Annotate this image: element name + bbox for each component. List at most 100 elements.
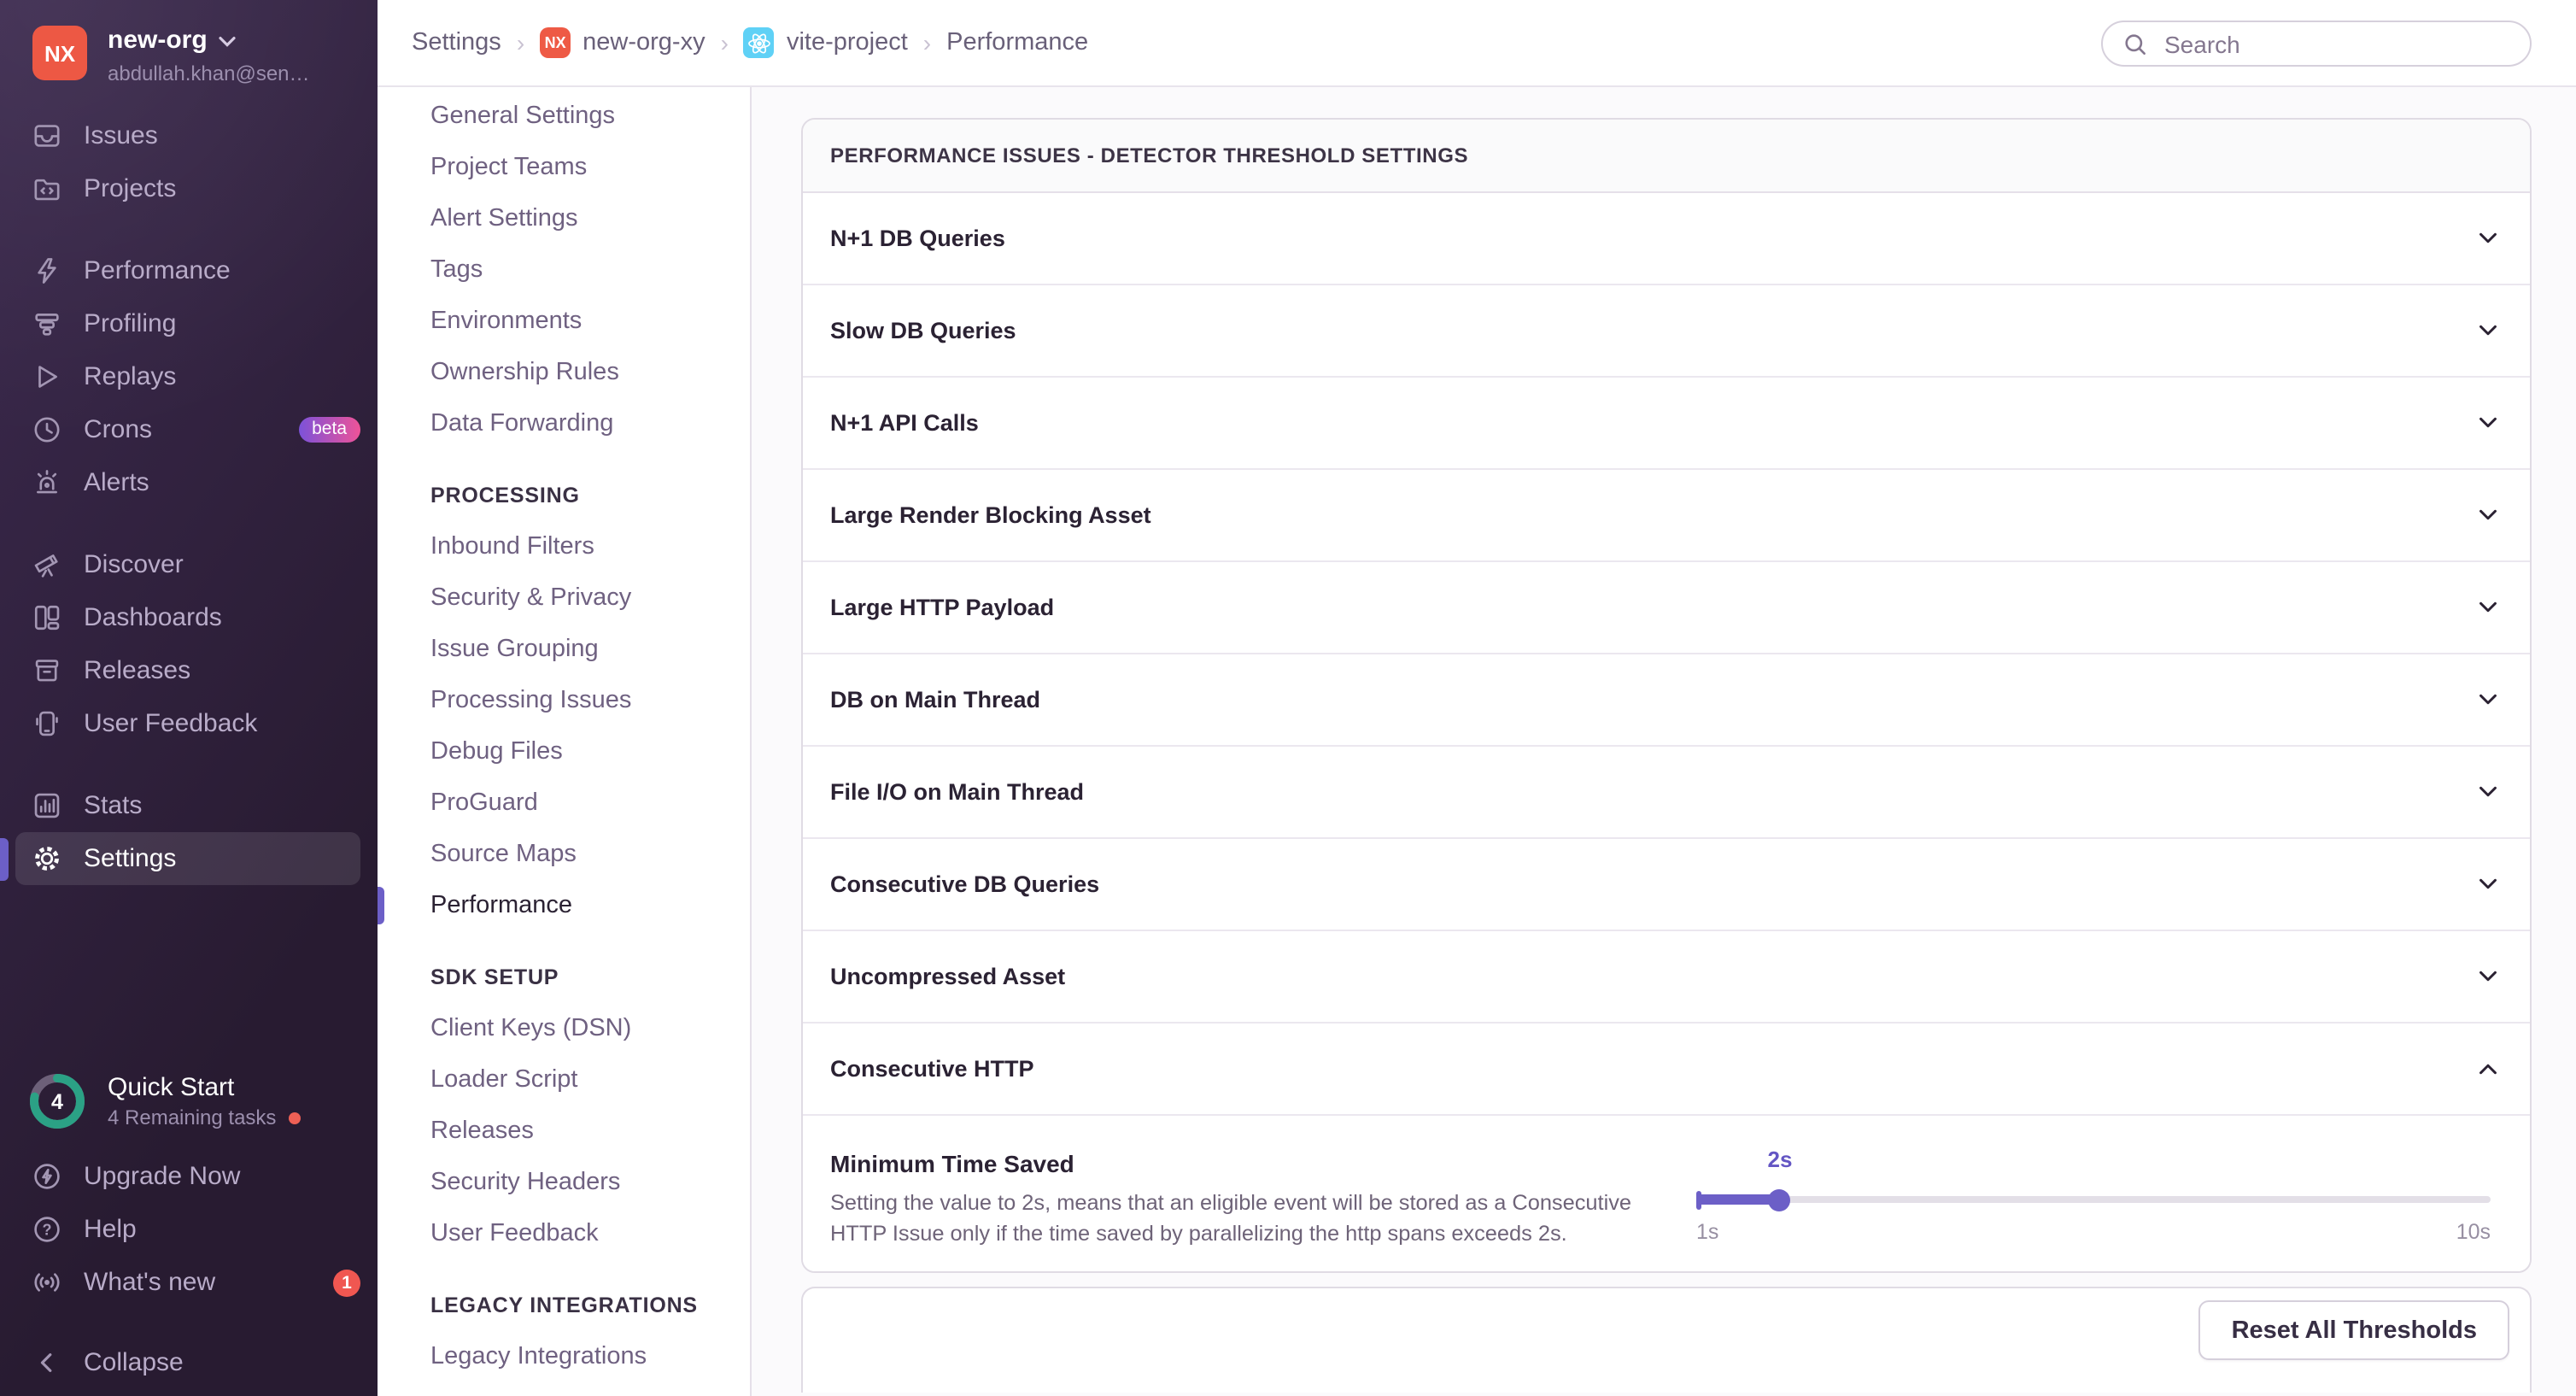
settings-nav-item-environments[interactable]: Environments xyxy=(378,296,750,347)
settings-nav-item-source-maps[interactable]: Source Maps xyxy=(378,829,750,880)
settings-nav-item-security-privacy[interactable]: Security & Privacy xyxy=(378,572,750,624)
sidebar-item-label: Releases xyxy=(84,656,190,685)
sidebar-gap xyxy=(0,750,378,779)
sidebar-item-profiling[interactable]: Profiling xyxy=(0,297,378,350)
settings-nav-item-debug-files[interactable]: Debug Files xyxy=(378,726,750,777)
sidebar-item-alerts[interactable]: Alerts xyxy=(0,456,378,509)
chevron-down-icon xyxy=(2475,687,2501,713)
settings-nav-item-performance[interactable]: Performance xyxy=(378,880,750,931)
main-content: PERFORMANCE ISSUES - DETECTOR THRESHOLD … xyxy=(752,87,2576,1396)
settings-nav-item-releases[interactable]: Releases xyxy=(378,1106,750,1157)
sidebar-item-projects[interactable]: Projects xyxy=(0,162,378,215)
main-sidebar: NX new-org abdullah.khan@sen… Issues Pro… xyxy=(0,0,378,1396)
settings-nav-item-alert-settings[interactable]: Alert Settings xyxy=(378,193,750,244)
breadcrumb-label: Performance xyxy=(946,29,1088,56)
settings-nav-item-project-teams[interactable]: Project Teams xyxy=(378,142,750,193)
detector-row-large-http-payload[interactable]: Large HTTP Payload xyxy=(803,562,2530,654)
settings-nav: General Settings Project Teams Alert Set… xyxy=(378,87,752,1396)
sidebar-item-label: Discover xyxy=(84,550,184,579)
sidebar-item-discover[interactable]: Discover xyxy=(0,538,378,591)
sidebar-item-issues[interactable]: Issues xyxy=(0,109,378,162)
sidebar-item-label: Collapse xyxy=(84,1348,184,1377)
detector-label: Consecutive HTTP xyxy=(830,1056,1034,1082)
settings-nav-item-data-forwarding[interactable]: Data Forwarding xyxy=(378,398,750,449)
settings-nav-item-client-keys[interactable]: Client Keys (DSN) xyxy=(378,1003,750,1054)
search-input[interactable] xyxy=(2161,28,2509,59)
sidebar-item-label: Stats xyxy=(84,791,142,820)
dashboards-icon xyxy=(32,603,61,632)
quick-start-progress-ring: 4 xyxy=(29,1073,85,1129)
detector-row-file-io-on-main-thread[interactable]: File I/O on Main Thread xyxy=(803,747,2530,839)
sidebar-item-user-feedback[interactable]: User Feedback xyxy=(0,697,378,750)
sidebar-item-help[interactable]: ? Help xyxy=(0,1203,378,1256)
slider-track[interactable] xyxy=(1696,1188,2491,1211)
panel-title: PERFORMANCE ISSUES - DETECTOR THRESHOLD … xyxy=(803,120,2530,193)
slider-min-label: 1s xyxy=(1696,1220,1718,1244)
org-avatar: NX xyxy=(32,26,87,80)
chevron-down-icon xyxy=(2475,410,2501,436)
settings-nav-item-legacy-integrations[interactable]: Legacy Integrations xyxy=(378,1331,750,1382)
broadcast-icon xyxy=(32,1268,61,1297)
sidebar-item-label: Upgrade Now xyxy=(84,1162,240,1191)
sidebar-item-dashboards[interactable]: Dashboards xyxy=(0,591,378,644)
breadcrumb-settings[interactable]: Settings xyxy=(412,29,501,56)
sidebar-collapse-button[interactable]: Collapse xyxy=(0,1336,378,1389)
settings-nav-item-inbound-filters[interactable]: Inbound Filters xyxy=(378,521,750,572)
detector-row-n1-db-queries[interactable]: N+1 DB Queries xyxy=(803,193,2530,285)
sidebar-item-performance[interactable]: Performance xyxy=(0,244,378,297)
chevron-down-icon xyxy=(2475,502,2501,528)
breadcrumb-project[interactable]: vite-project xyxy=(744,27,908,58)
breadcrumb-performance[interactable]: Performance xyxy=(946,29,1088,56)
detector-row-uncompressed-asset[interactable]: Uncompressed Asset xyxy=(803,931,2530,1024)
sidebar-item-whats-new[interactable]: What's new 1 xyxy=(0,1256,378,1309)
issues-icon xyxy=(32,121,61,150)
slider-thumb[interactable] xyxy=(1768,1188,1790,1211)
sidebar-item-stats[interactable]: Stats xyxy=(0,779,378,832)
sidebar-item-settings[interactable]: Settings xyxy=(15,832,360,885)
chevron-left-icon xyxy=(32,1348,61,1377)
org-switcher[interactable]: NX new-org abdullah.khan@sen… xyxy=(0,0,378,85)
crons-icon xyxy=(32,415,61,444)
settings-nav-item-proguard[interactable]: ProGuard xyxy=(378,777,750,829)
detector-row-db-on-main-thread[interactable]: DB on Main Thread xyxy=(803,654,2530,747)
settings-nav-item-ownership-rules[interactable]: Ownership Rules xyxy=(378,347,750,398)
user-feedback-icon xyxy=(32,709,61,738)
sidebar-item-releases[interactable]: Releases xyxy=(0,644,378,697)
detector-row-consecutive-http[interactable]: Consecutive HTTP xyxy=(803,1024,2530,1116)
consecutive-http-settings: Minimum Time Saved Setting the value to … xyxy=(803,1116,2530,1271)
reset-all-thresholds-button[interactable]: Reset All Thresholds xyxy=(2199,1300,2509,1360)
settings-nav-item-processing-issues[interactable]: Processing Issues xyxy=(378,675,750,726)
sidebar-item-replays[interactable]: Replays xyxy=(0,350,378,403)
settings-nav-item-user-feedback[interactable]: User Feedback xyxy=(378,1208,750,1259)
setting-label: Minimum Time Saved xyxy=(830,1150,1074,1177)
search-box[interactable] xyxy=(2101,21,2532,67)
nx-org-badge: NX xyxy=(540,27,571,58)
settings-nav-item-general-settings[interactable]: General Settings xyxy=(378,91,750,142)
settings-nav-header-sdk-setup: SDK SETUP xyxy=(378,952,750,1003)
quick-start-subtitle: 4 Remaining tasks xyxy=(108,1106,276,1129)
panel-footer: Reset All Thresholds xyxy=(801,1287,2532,1393)
upgrade-icon xyxy=(32,1162,61,1191)
breadcrumb-organization[interactable]: NX new-org-xy xyxy=(540,27,705,58)
settings-nav-item-security-headers[interactable]: Security Headers xyxy=(378,1157,750,1208)
whats-new-badge: 1 xyxy=(333,1269,360,1296)
slider-value-label: 2s xyxy=(1768,1147,1793,1172)
breadcrumb-separator: › xyxy=(721,29,729,56)
sidebar-item-label: Profiling xyxy=(84,309,176,338)
stats-icon xyxy=(32,791,61,820)
sidebar-item-crons[interactable]: Crons beta xyxy=(0,403,378,456)
settings-nav-item-issue-grouping[interactable]: Issue Grouping xyxy=(378,624,750,675)
detector-row-slow-db-queries[interactable]: Slow DB Queries xyxy=(803,285,2530,378)
sidebar-item-label: Crons xyxy=(84,415,152,444)
help-icon: ? xyxy=(32,1215,61,1244)
discover-icon xyxy=(32,550,61,579)
detector-row-n1-api-calls[interactable]: N+1 API Calls xyxy=(803,378,2530,470)
sidebar-item-upgrade-now[interactable]: Upgrade Now xyxy=(0,1150,378,1203)
sidebar-item-label: Projects xyxy=(84,174,176,203)
settings-nav-item-loader-script[interactable]: Loader Script xyxy=(378,1054,750,1106)
quick-start[interactable]: 4 Quick Start 4 Remaining tasks xyxy=(0,1073,378,1129)
detector-row-consecutive-db-queries[interactable]: Consecutive DB Queries xyxy=(803,839,2530,931)
settings-nav-item-tags[interactable]: Tags xyxy=(378,244,750,296)
threshold-slider: 2s 1s 10s xyxy=(1696,1147,2491,1249)
detector-row-large-render-blocking-asset[interactable]: Large Render Blocking Asset xyxy=(803,470,2530,562)
